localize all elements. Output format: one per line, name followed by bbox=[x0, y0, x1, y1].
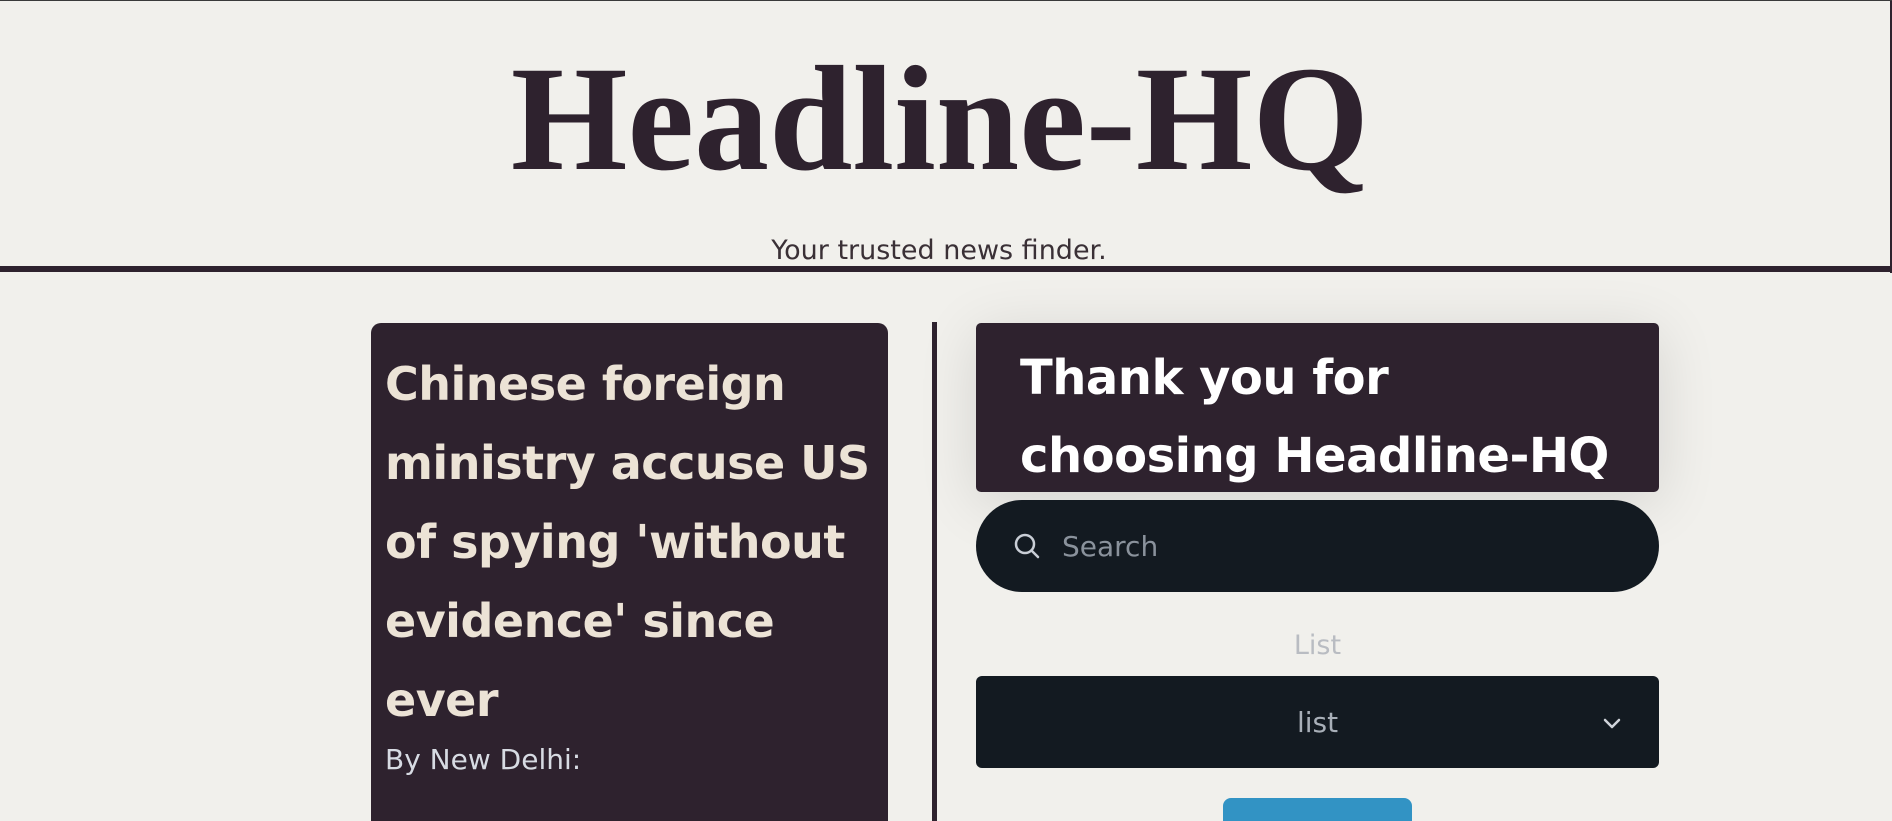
list-label: List bbox=[1293, 630, 1342, 661]
search-input[interactable] bbox=[1060, 528, 1624, 564]
chevron-down-icon bbox=[1601, 712, 1623, 734]
site-tagline: Your trusted news finder. bbox=[771, 235, 1107, 266]
submit-button[interactable] bbox=[1223, 798, 1412, 821]
site-title: Headline-HQ bbox=[510, 36, 1370, 202]
site-header: Headline-HQ Your trusted news finder. bbox=[0, 0, 1892, 273]
search-bar[interactable] bbox=[976, 500, 1659, 592]
list-select-value: list bbox=[1296, 705, 1339, 739]
list-select[interactable]: list bbox=[976, 676, 1659, 768]
search-icon bbox=[1012, 531, 1042, 561]
article-byline: By New Delhi: bbox=[385, 743, 582, 776]
column-divider bbox=[932, 322, 937, 821]
article-card[interactable]: Chinese foreign ministry accuse US of sp… bbox=[371, 323, 888, 821]
page: Headline-HQ Your trusted news finder. Ch… bbox=[0, 0, 1892, 821]
welcome-text: Thank you for choosing Headline-HQ bbox=[1020, 350, 1609, 484]
welcome-banner: Thank you for choosing Headline-HQ bbox=[976, 323, 1659, 492]
article-title[interactable]: Chinese foreign ministry accuse US of sp… bbox=[385, 345, 874, 740]
